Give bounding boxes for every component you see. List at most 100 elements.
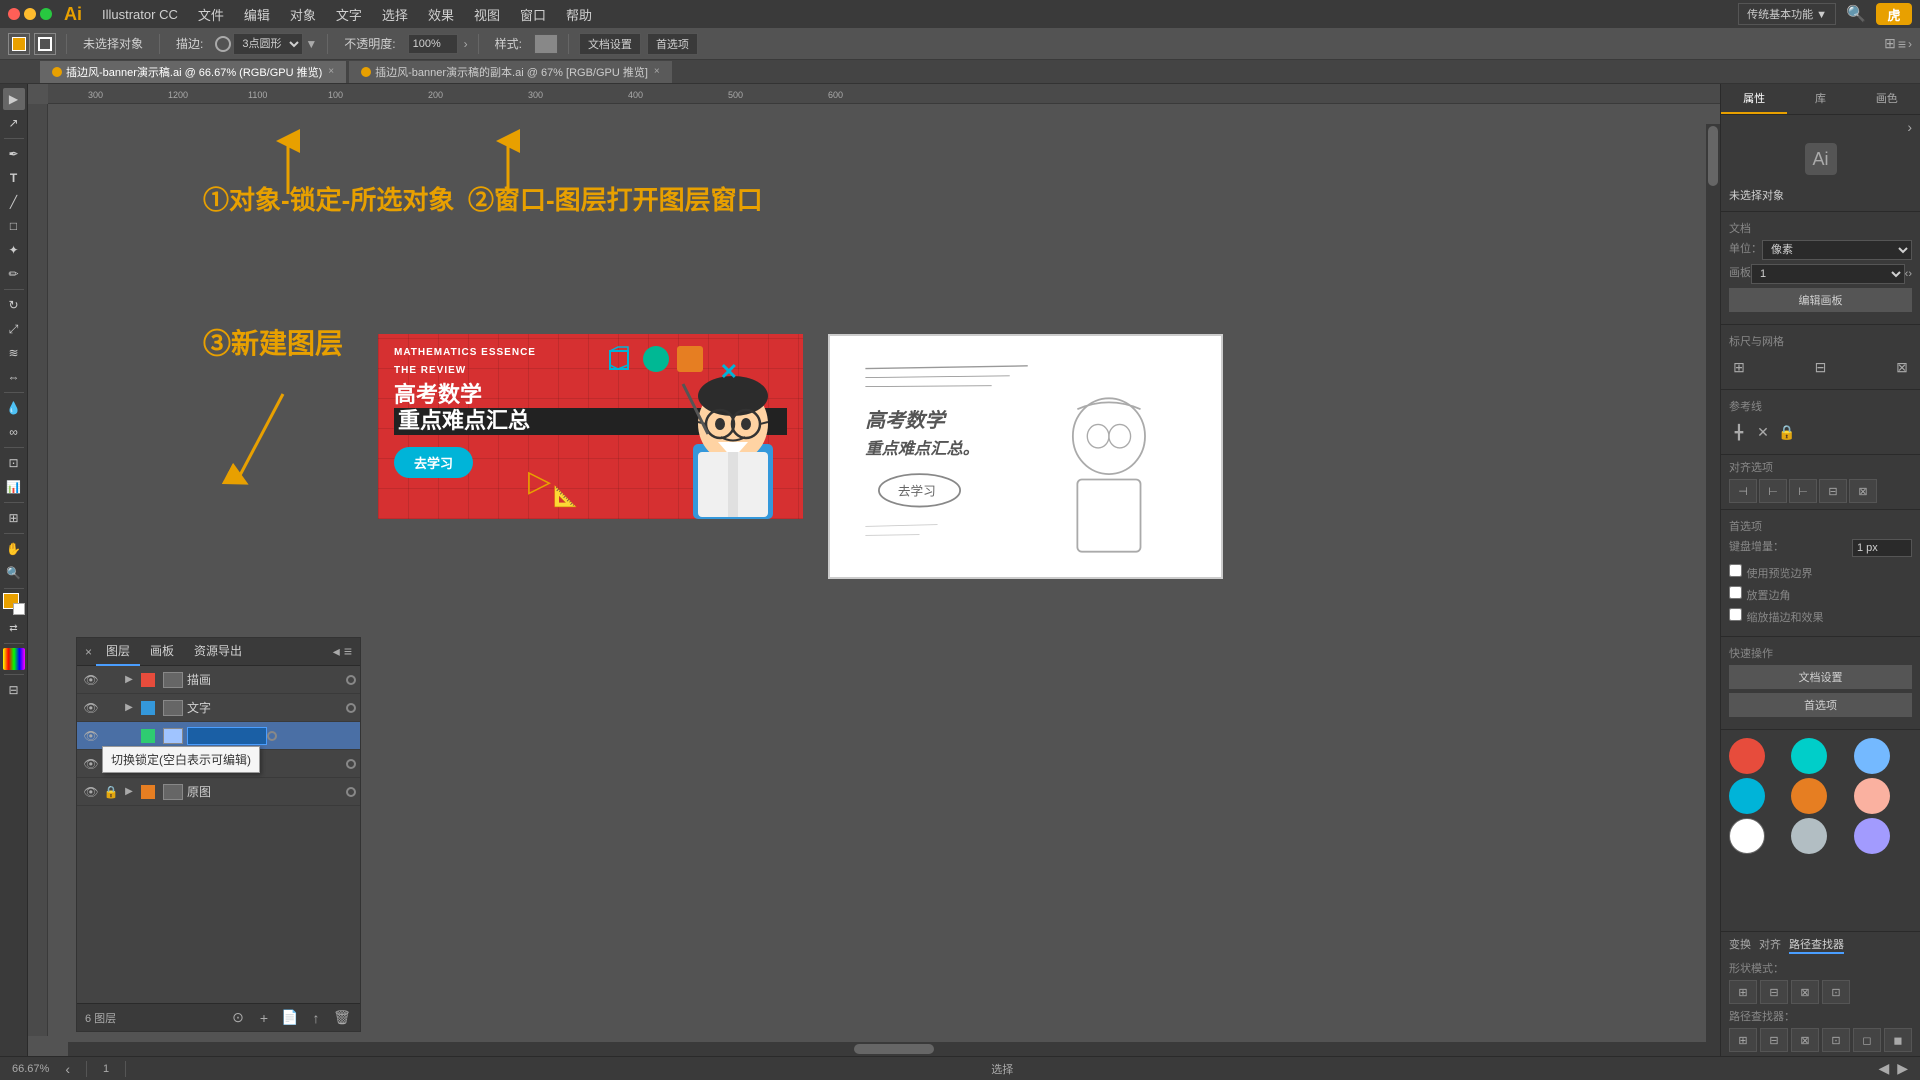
- swatch-light-blue[interactable]: [1854, 738, 1890, 774]
- selection-tool[interactable]: ▶: [3, 88, 25, 110]
- swatch-lavender[interactable]: [1854, 818, 1890, 854]
- remove-guide-icon[interactable]: ✕: [1753, 422, 1773, 442]
- layer-expand-original[interactable]: ▶: [121, 782, 137, 802]
- workspace-icon[interactable]: ≡: [1898, 36, 1906, 52]
- unit-select[interactable]: 像素: [1762, 240, 1912, 260]
- use-preview-checkbox[interactable]: [1729, 564, 1742, 577]
- align-left-btn[interactable]: ⊣: [1729, 479, 1757, 503]
- move-to-layer-btn[interactable]: ↑: [306, 1008, 326, 1028]
- maximize-button[interactable]: [40, 8, 52, 20]
- guides-icon[interactable]: ⊠: [1892, 357, 1912, 377]
- minimize-button[interactable]: [24, 8, 36, 20]
- color-swatch[interactable]: [3, 593, 25, 615]
- swatch-red[interactable]: [1729, 738, 1765, 774]
- banner-cta-button[interactable]: 去学习: [394, 447, 473, 478]
- layers-panel-close[interactable]: ×: [85, 645, 92, 659]
- outline-btn[interactable]: ◻: [1853, 1028, 1881, 1052]
- zoom-decrease-icon[interactable]: ‹: [65, 1061, 70, 1077]
- layer-expand-editing[interactable]: [121, 726, 137, 746]
- doc-settings-button[interactable]: 文档设置: [579, 33, 641, 55]
- layer-vis-original[interactable]: 👁: [81, 782, 101, 802]
- new-sublayer-btn[interactable]: +: [254, 1008, 274, 1028]
- layer-item-drawing[interactable]: 👁 🔒 ▶ 描画: [77, 666, 360, 694]
- menu-item-effect[interactable]: 效果: [420, 3, 462, 26]
- menu-item-window[interactable]: 窗口: [512, 3, 554, 26]
- make-clipping-mask-btn[interactable]: ⊙: [228, 1008, 248, 1028]
- libraries-tab[interactable]: 库: [1787, 84, 1853, 114]
- tab-copy-close[interactable]: ×: [654, 66, 660, 77]
- menu-item-select[interactable]: 选择: [374, 3, 416, 26]
- opacity-expand-icon[interactable]: ›: [464, 37, 468, 51]
- stroke-size-select[interactable]: 3点圆形: [233, 33, 303, 55]
- merge-btn[interactable]: ⊠: [1791, 1028, 1819, 1052]
- add-guide-icon[interactable]: ╋: [1729, 422, 1749, 442]
- type-tool[interactable]: T: [3, 167, 25, 189]
- horizontal-scrollbar[interactable]: [68, 1042, 1720, 1056]
- layer-lock-editing[interactable]: 🔒: [101, 726, 121, 746]
- search-icon[interactable]: 🔍: [1840, 4, 1872, 24]
- brush-tool[interactable]: ✦: [3, 239, 25, 261]
- blend-tool[interactable]: ∞: [3, 421, 25, 443]
- zoom-tool[interactable]: 🔍: [3, 562, 25, 584]
- line-tool[interactable]: ╱: [3, 191, 25, 213]
- menu-item-object[interactable]: 对象: [282, 3, 324, 26]
- intersect-btn[interactable]: ⊠: [1791, 980, 1819, 1004]
- layer-item-editing[interactable]: 👁 🔒 切换锁定(空白表示可编辑): [77, 722, 360, 750]
- layers-tab-assets[interactable]: 资源导出: [184, 638, 252, 666]
- close-button[interactable]: [8, 8, 20, 20]
- panel-expand-icon[interactable]: ›: [1907, 119, 1912, 135]
- swatch-teal[interactable]: [1791, 738, 1827, 774]
- menu-item-help[interactable]: 帮助: [558, 3, 600, 26]
- menu-item-app[interactable]: Illustrator CC: [94, 5, 186, 24]
- slice-tool[interactable]: ⊞: [3, 507, 25, 529]
- hand-tool[interactable]: ✋: [3, 538, 25, 560]
- crop-btn[interactable]: ⊡: [1822, 1028, 1850, 1052]
- pen-tool[interactable]: ✒: [3, 143, 25, 165]
- swatch-orange[interactable]: [1791, 778, 1827, 814]
- layer-expand-text[interactable]: ▶: [121, 698, 137, 718]
- menu-item-edit[interactable]: 编辑: [236, 3, 278, 26]
- swatch-cyan[interactable]: [1729, 778, 1765, 814]
- minus-back-btn[interactable]: ◼: [1884, 1028, 1912, 1052]
- direct-select-tool[interactable]: ↗: [3, 112, 25, 134]
- snap-checkbox[interactable]: [1729, 608, 1742, 621]
- color-tab[interactable]: 画色: [1854, 84, 1920, 114]
- trim-btn[interactable]: ⊟: [1760, 1028, 1788, 1052]
- prefs-panel-btn[interactable]: 首选项: [1729, 693, 1912, 717]
- layer-item-original[interactable]: 👁 🔒 ▶ 原图: [77, 778, 360, 806]
- artboard-next-icon[interactable]: ›: [1908, 268, 1912, 280]
- stroke-dropdown-icon[interactable]: ▼: [305, 37, 317, 51]
- arrange-icon[interactable]: ⊞: [1884, 35, 1896, 52]
- layer-vis-editing[interactable]: 👁: [81, 726, 101, 746]
- essential-mode[interactable]: 传统基本功能 ▼: [1738, 3, 1836, 25]
- swatch-salmon[interactable]: [1854, 778, 1890, 814]
- vertical-scrollbar[interactable]: [1706, 124, 1720, 1042]
- layers-collapse-icon[interactable]: ◂: [333, 643, 340, 660]
- nudge-input[interactable]: [1852, 539, 1912, 557]
- layers-tab-artboards[interactable]: 画板: [140, 638, 184, 666]
- pathfinder-tab[interactable]: 路径查找器: [1789, 936, 1844, 954]
- menu-item-view[interactable]: 视图: [466, 3, 508, 26]
- edit-artboard-btn[interactable]: 编辑画板: [1729, 288, 1912, 312]
- rulers-icon[interactable]: ⊞: [1729, 357, 1749, 377]
- align-center-h-btn[interactable]: ⊢: [1759, 479, 1787, 503]
- artboard-tool[interactable]: ⊡: [3, 452, 25, 474]
- color-mode[interactable]: [3, 648, 25, 670]
- layer-vis-palette[interactable]: 👁: [81, 754, 101, 774]
- layer-lock-original[interactable]: 🔒: [101, 782, 121, 802]
- layer-vis-drawing[interactable]: 👁: [81, 670, 101, 690]
- menu-item-file[interactable]: 文件: [190, 3, 232, 26]
- create-layer-btn[interactable]: 📄: [280, 1008, 300, 1028]
- artboard-select[interactable]: 1: [1751, 264, 1905, 284]
- grid-icon[interactable]: ⊟: [1811, 357, 1831, 377]
- exclude-btn[interactable]: ⊡: [1822, 980, 1850, 1004]
- width-tool[interactable]: ⇔: [3, 366, 25, 388]
- screen-mode[interactable]: ⊟: [3, 679, 25, 701]
- tab-main-close[interactable]: ×: [328, 66, 334, 77]
- doc-settings-panel-btn[interactable]: 文档设置: [1729, 665, 1912, 689]
- lock-guide-icon[interactable]: 🔒: [1777, 422, 1797, 442]
- align-tab[interactable]: 对齐: [1759, 936, 1781, 954]
- stroke-color[interactable]: [34, 33, 56, 55]
- style-preview[interactable]: [534, 34, 558, 54]
- round-corners-checkbox[interactable]: [1729, 586, 1742, 599]
